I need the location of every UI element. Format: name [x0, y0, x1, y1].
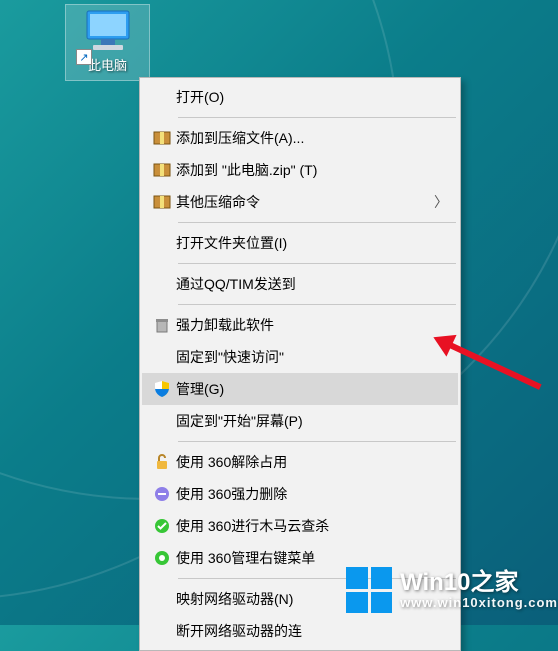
menu-separator: [178, 304, 456, 305]
menu-360-unlock[interactable]: 使用 360解除占用: [142, 446, 458, 478]
menu-label: 使用 360强力删除: [176, 484, 448, 504]
menu-label: 打开(O): [176, 87, 448, 107]
delete-icon: [148, 485, 176, 503]
menu-add-zip[interactable]: 添加到 "此电脑.zip" (T): [142, 154, 458, 186]
menu-360-delete[interactable]: 使用 360强力删除: [142, 478, 458, 510]
archive-icon: [148, 129, 176, 147]
menu-label: 打开文件夹位置(I): [176, 233, 448, 253]
menu-manage[interactable]: 管理(G): [142, 373, 458, 405]
menu-separator: [178, 222, 456, 223]
scan-icon: [148, 517, 176, 535]
trash-icon: [148, 316, 176, 334]
watermark: Win10之家 www.win10xitong.com: [346, 567, 558, 613]
context-menu: 打开(O) 添加到压缩文件(A)... 添加到 "此电脑.zip" (T) 其他…: [139, 77, 461, 651]
menu-360-scan[interactable]: 使用 360进行木马云查杀: [142, 510, 458, 542]
menu-label: 强力卸载此软件: [176, 315, 448, 335]
watermark-url: www.win10xitong.com: [400, 595, 558, 610]
archive-icon: [148, 161, 176, 179]
menu-label: 其他压缩命令: [176, 192, 434, 212]
windows-logo-icon: [346, 567, 392, 613]
menu-label: 使用 360解除占用: [176, 452, 448, 472]
menu-label: 固定到"快速访问": [176, 347, 448, 367]
computer-icon: [68, 9, 147, 53]
desktop-icon-this-pc[interactable]: ↗ 此电脑: [65, 4, 150, 81]
menu-separator: [178, 117, 456, 118]
menu-pin-start[interactable]: 固定到"开始"屏幕(P): [142, 405, 458, 437]
watermark-title: Win10之家: [400, 571, 558, 595]
menu-open[interactable]: 打开(O): [142, 81, 458, 113]
unlock-icon: [148, 453, 176, 471]
settings-icon: [148, 549, 176, 567]
menu-label: 断开网络驱动器的连: [176, 621, 448, 641]
shield-icon: [148, 380, 176, 398]
menu-open-location[interactable]: 打开文件夹位置(I): [142, 227, 458, 259]
menu-label: 通过QQ/TIM发送到: [176, 274, 448, 294]
menu-label: 添加到压缩文件(A)...: [176, 128, 448, 148]
menu-label: 使用 360进行木马云查杀: [176, 516, 448, 536]
menu-label: 添加到 "此电脑.zip" (T): [176, 160, 448, 180]
menu-label: 管理(G): [176, 379, 448, 399]
shortcut-arrow-icon: ↗: [76, 49, 92, 65]
menu-force-uninstall[interactable]: 强力卸载此软件: [142, 309, 458, 341]
menu-qq-send[interactable]: 通过QQ/TIM发送到: [142, 268, 458, 300]
menu-separator: [178, 263, 456, 264]
menu-other-compress[interactable]: 其他压缩命令 〉: [142, 186, 458, 218]
menu-add-archive[interactable]: 添加到压缩文件(A)...: [142, 122, 458, 154]
submenu-arrow-icon: 〉: [434, 192, 448, 212]
menu-disconnect-drive[interactable]: 断开网络驱动器的连: [142, 615, 458, 647]
menu-separator: [178, 441, 456, 442]
menu-pin-quick-access[interactable]: 固定到"快速访问": [142, 341, 458, 373]
archive-icon: [148, 193, 176, 211]
menu-label: 使用 360管理右键菜单: [176, 548, 448, 568]
menu-label: 固定到"开始"屏幕(P): [176, 411, 448, 431]
